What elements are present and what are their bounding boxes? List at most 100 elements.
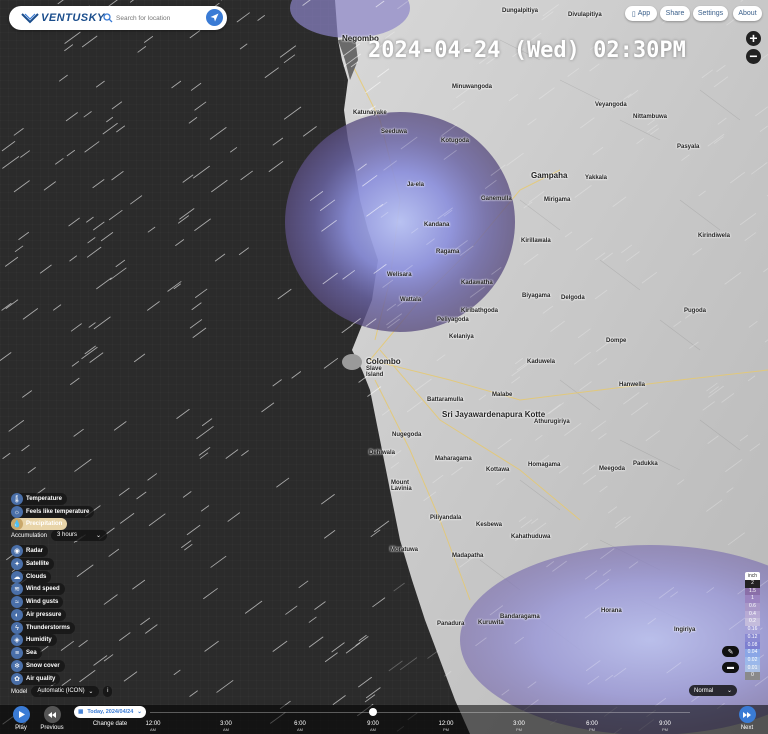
legend-step: 1: [745, 595, 760, 604]
about-button[interactable]: About: [733, 6, 762, 21]
timeline-tick[interactable]: 3:00 PM: [504, 721, 534, 733]
layer-label: Humidity: [26, 637, 52, 643]
timeline-tick[interactable]: 6:00 PM: [577, 721, 607, 733]
place-label: Ganemulla: [481, 196, 512, 202]
layer-thunderstorms[interactable]: ϟ Thunderstorms: [11, 622, 76, 634]
timeline-track[interactable]: [150, 712, 690, 713]
layer-clouds[interactable]: ☁ Clouds: [11, 571, 52, 583]
place-label: Bandaragama: [500, 614, 540, 620]
zoom-out-button[interactable]: −: [746, 49, 761, 64]
place-label: Wattala: [400, 297, 422, 303]
place-label: Kaduwela: [527, 359, 556, 365]
app-button[interactable]: ▯ App: [625, 6, 657, 21]
place-label: Kahathuduwa: [511, 534, 551, 540]
layer-sea[interactable]: ≡ Sea: [11, 647, 42, 659]
previous-label: Previous: [40, 725, 64, 731]
model-control: Model Automatic (ICON) ⌄ i: [11, 686, 113, 697]
current-datetime: 2024-04-24 (Wed) 02:30PM: [368, 38, 686, 63]
layer-air-pressure[interactable]: ◐ Air pressure: [11, 609, 67, 621]
place-label: Kirindiwela: [698, 233, 731, 239]
search-input[interactable]: [116, 14, 196, 22]
layer-label: Precipitation: [26, 521, 63, 527]
place-label: Veyangoda: [595, 102, 627, 108]
layer-temperature[interactable]: 🌡 Temperature: [11, 493, 67, 505]
place-label: Panadura: [437, 621, 465, 627]
tick-ampm: PM: [662, 727, 668, 732]
layer-label: Clouds: [26, 574, 47, 580]
place-label: Seeduwa: [381, 129, 408, 135]
timeline-handle[interactable]: [369, 708, 377, 716]
chevron-down-icon: ⌄: [726, 688, 732, 694]
model-select[interactable]: Automatic (ICON) ⌄: [31, 686, 100, 697]
precipitation-legend: inch 2 1.5 1 0.6 0.4 0.2 0.16 0.12 0.08 0.04 0.02 0…: [745, 572, 760, 680]
place-label: Kesbewa: [476, 522, 503, 528]
layer-air-quality[interactable]: ✿ Air quality: [11, 673, 61, 685]
timeline-tick[interactable]: 9:00 PM: [650, 721, 680, 733]
timeline-tick[interactable]: 3:00 AM: [211, 721, 241, 733]
zoom-in-button[interactable]: +: [746, 31, 761, 46]
timeline-tick[interactable]: 9:00 AM: [358, 721, 388, 733]
timeline-tick[interactable]: 6:00 AM: [285, 721, 315, 733]
previous-button[interactable]: Previous: [38, 706, 66, 731]
layer-radar[interactable]: ◉ Radar: [11, 545, 49, 557]
feels-like-icon: ☼: [11, 506, 23, 518]
play-button[interactable]: Play: [10, 706, 32, 731]
layer-wind-gusts[interactable]: ≈ Wind gusts: [11, 596, 64, 608]
view-mode-select[interactable]: Normal ⌄: [689, 685, 737, 696]
place-label: Kirillawala: [521, 238, 551, 244]
weather-map[interactable]: Negombo Colombo Slave Island Gampaha Sri…: [0, 0, 768, 734]
place-label: Kottawa: [486, 467, 510, 473]
place-label: Kelaniya: [449, 334, 474, 340]
accumulation-control: Accumulation 3 hours ⌄: [11, 530, 108, 541]
accumulation-select[interactable]: 3 hours ⌄: [51, 530, 108, 541]
place-label: Welisara: [387, 272, 412, 278]
place-label: Dompe: [606, 338, 627, 344]
place-label: Biyagama: [522, 293, 551, 299]
layer-feels-like-temperature[interactable]: ☼ Feels like temperature: [11, 506, 95, 518]
place-label: Nugegoda: [392, 432, 422, 438]
legend-unit[interactable]: inch: [745, 572, 760, 580]
settings-button[interactable]: Settings: [693, 6, 728, 21]
next-button[interactable]: Next: [738, 706, 756, 731]
layer-snow-cover[interactable]: ❄ Snow cover: [11, 660, 65, 672]
date-selector[interactable]: ▦ Today, 2024/04/24 ⌄: [74, 706, 146, 718]
place-label: Dungalpitiya: [502, 8, 539, 14]
share-button[interactable]: Share: [660, 6, 690, 21]
timeline-tick[interactable]: 12:00 PM: [431, 721, 461, 733]
layer-satellite[interactable]: ✦ Satellite: [11, 558, 55, 570]
satellite-icon: ✦: [11, 558, 23, 570]
locate-button[interactable]: [206, 9, 223, 26]
layer-wind-speed[interactable]: ≋ Wind speed: [11, 583, 65, 595]
gust-icon: ≈: [11, 596, 23, 608]
layer-humidity[interactable]: ◈ Humidity: [11, 634, 57, 646]
legend-step: 0.01: [745, 664, 760, 673]
place-label: Padukka: [633, 461, 658, 467]
place-label: Pasyala: [677, 144, 700, 150]
place-label: Ingiriya: [674, 627, 696, 633]
model-info-button[interactable]: i: [103, 686, 113, 697]
layer-label: Snow cover: [26, 663, 60, 669]
layer-precipitation[interactable]: 💧 Precipitation: [11, 518, 68, 530]
chevron-down-icon: ⌄: [88, 689, 94, 695]
place-label: Slave Island: [366, 366, 384, 378]
pin-button[interactable]: ✎: [722, 646, 739, 657]
screen-button[interactable]: ▬: [722, 662, 739, 673]
place-label: Sri Jayawardenapura Kotte: [442, 410, 546, 419]
humidity-icon: ◈: [11, 634, 23, 646]
layer-label: Wind gusts: [26, 599, 59, 605]
thermometer-icon: 🌡: [11, 493, 23, 505]
place-label: Mirigama: [544, 197, 571, 203]
search-box[interactable]: [103, 9, 199, 27]
ventusky-logo[interactable]: VENTUSKY: [21, 11, 105, 25]
tick-ampm: AM: [297, 727, 303, 732]
snowflake-icon: ❄: [11, 660, 23, 672]
tick-ampm: AM: [150, 727, 156, 732]
timeline-tick[interactable]: 12:00 AM: [138, 721, 168, 733]
tick-ampm: AM: [370, 727, 376, 732]
place-label: Kuruwita: [478, 620, 504, 626]
change-date-label[interactable]: Change date: [88, 721, 132, 727]
chevron-down-icon: ⌄: [96, 533, 102, 539]
place-label: Kotugoda: [441, 138, 469, 144]
settings-button-label: Settings: [697, 10, 724, 17]
tick-ampm: PM: [516, 727, 522, 732]
